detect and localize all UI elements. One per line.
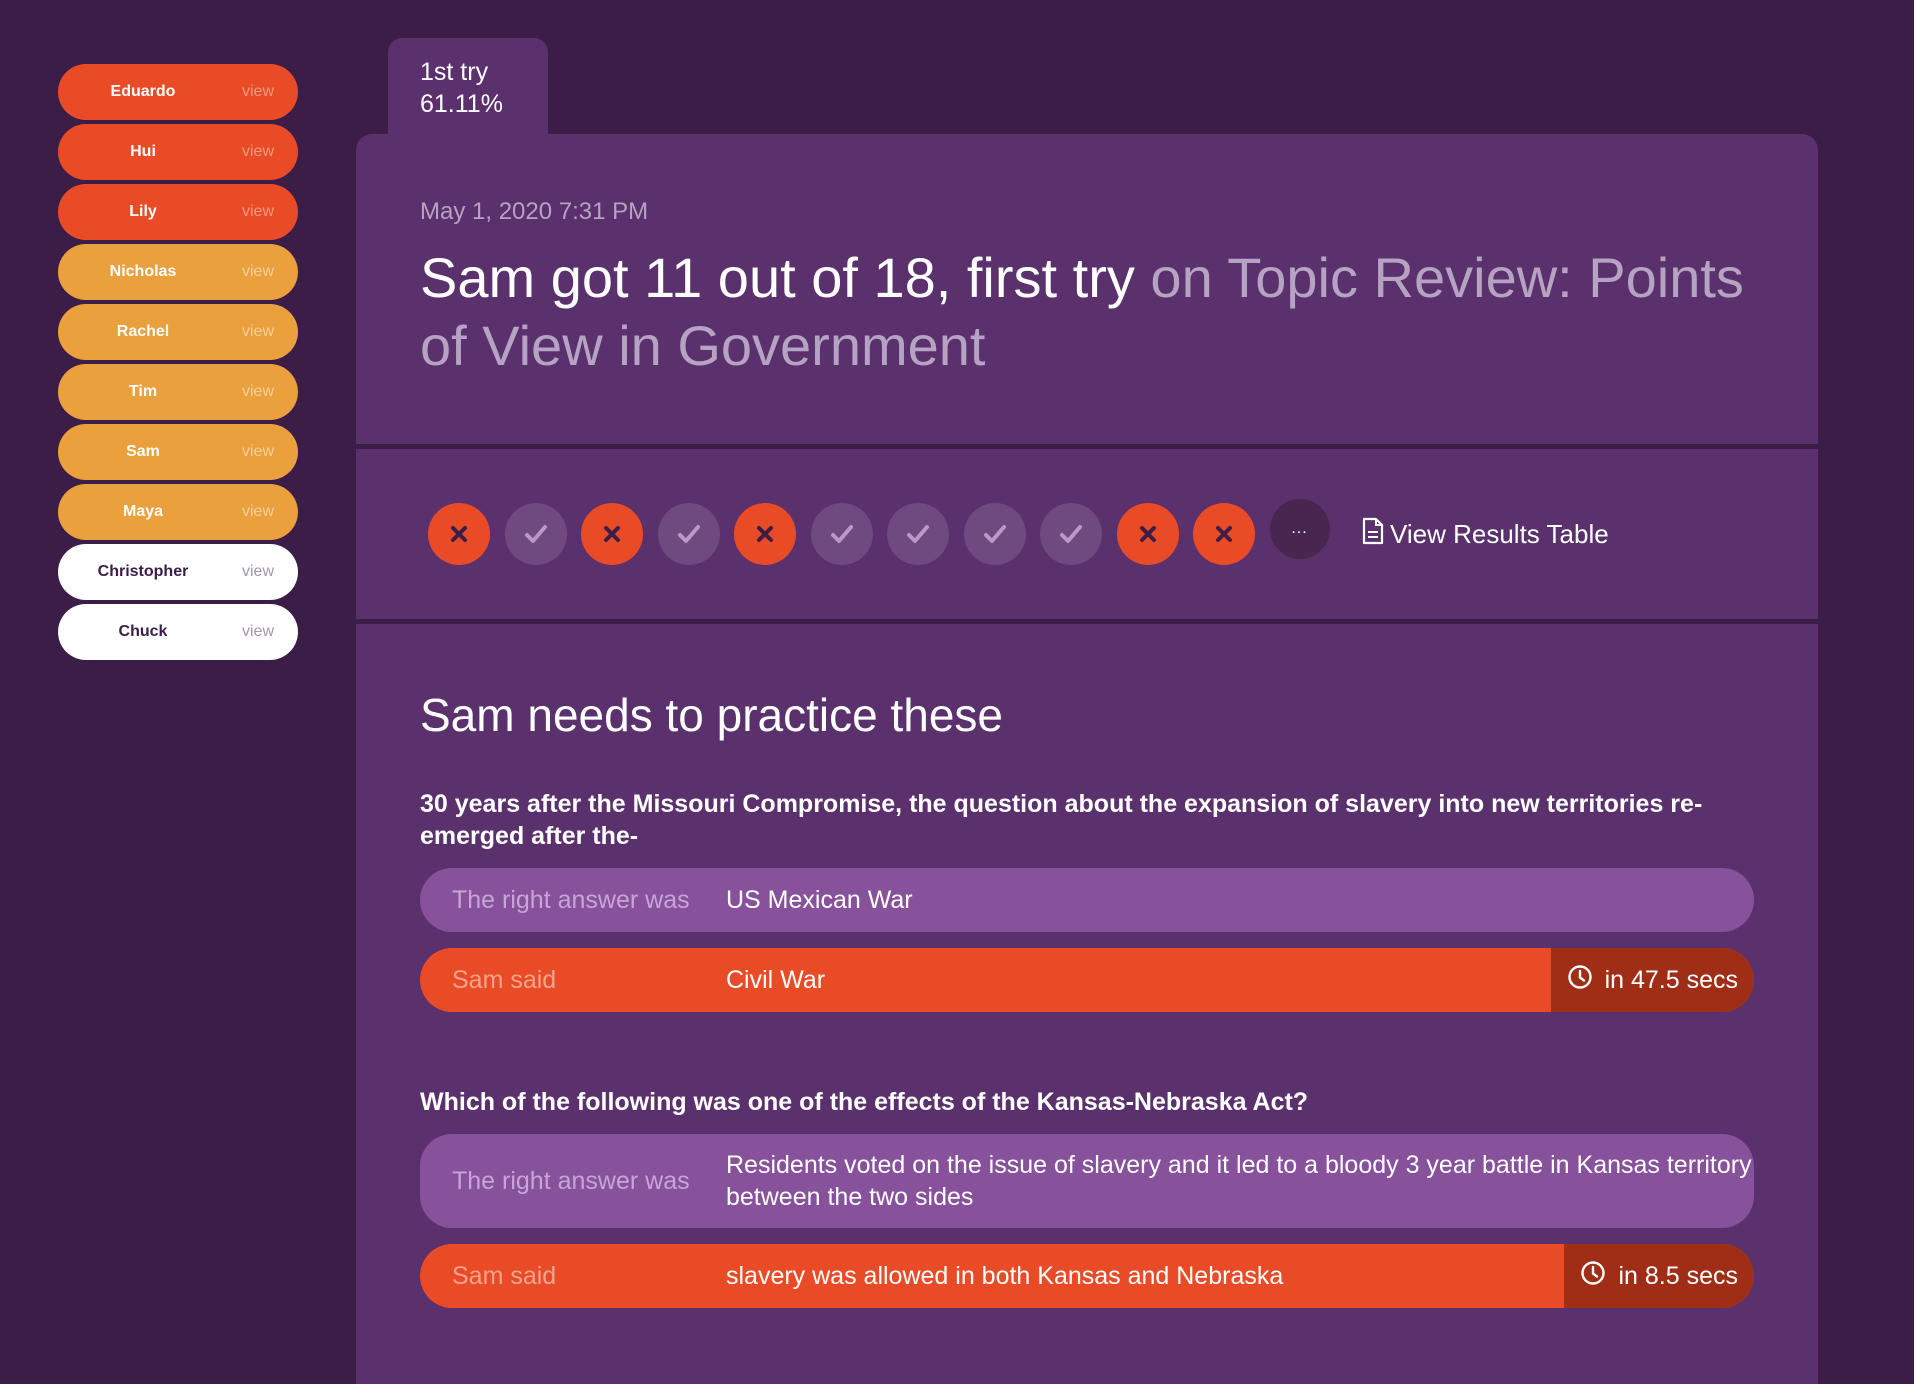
answer-time: in 47.5 secs — [1550, 948, 1754, 1012]
student-item-eduardo[interactable]: Eduardo view — [58, 64, 298, 120]
check-icon — [905, 523, 931, 545]
view-link[interactable]: view — [242, 383, 274, 401]
view-link[interactable]: view — [242, 263, 274, 281]
answer-dots — [428, 503, 1270, 565]
answer-dot-5-wrong[interactable] — [734, 503, 796, 565]
question-text: Which of the following was one of the ef… — [420, 1088, 1309, 1116]
student-name: Tim — [128, 383, 158, 400]
answer-dot-1-wrong[interactable] — [428, 503, 490, 565]
attempt-label: 1st try — [420, 58, 489, 86]
view-link[interactable]: view — [242, 623, 274, 641]
question-block: Which of the following was one of the ef… — [420, 1086, 1754, 1308]
student-answer-row: Sam said slavery was allowed in both Kan… — [420, 1244, 1754, 1308]
check-icon — [1058, 523, 1084, 545]
clock-icon — [1567, 964, 1605, 997]
student-name: Eduardo — [110, 83, 176, 100]
answer-dot-3-wrong[interactable] — [581, 503, 643, 565]
x-icon — [754, 523, 776, 545]
right-answer-value: Residents voted on the issue of slavery … — [726, 1151, 1752, 1211]
student-name: Rachel — [116, 323, 170, 340]
answer-time-value: in 8.5 secs — [1618, 1261, 1738, 1290]
right-answer-row: The right answer was Residents voted on … — [420, 1134, 1754, 1228]
answer-time: in 8.5 secs — [1564, 1244, 1754, 1308]
student-item-rachel[interactable]: Rachel view — [58, 304, 298, 360]
clock-icon — [1580, 1260, 1618, 1293]
attempt-date: May 1, 2020 7:31 PM — [420, 198, 649, 225]
result-title: Sam got 11 out of 18, first try on Topic… — [420, 244, 1754, 380]
student-list: Eduardo view Hui view Lily view Nicholas… — [58, 64, 298, 664]
student-answer-row: Sam said Civil War in 47.5 secs — [420, 948, 1754, 1012]
question-text: 30 years after the Missouri Compromise, … — [420, 790, 1703, 850]
attempt-tab[interactable]: 1st try 61.11% — [388, 38, 548, 138]
student-name: Hui — [130, 143, 156, 160]
student-name: Lily — [129, 203, 157, 220]
result-header: May 1, 2020 7:31 PM Sam got 11 out of 18… — [356, 134, 1818, 444]
view-link[interactable]: view — [242, 563, 274, 581]
answer-dot-7-right[interactable] — [887, 503, 949, 565]
view-link[interactable]: view — [242, 143, 274, 161]
student-item-nicholas[interactable]: Nicholas view — [58, 244, 298, 300]
student-item-tim[interactable]: Tim view — [58, 364, 298, 420]
check-icon — [982, 523, 1008, 545]
student-name: Chuck — [118, 623, 168, 640]
view-link[interactable]: view — [242, 323, 274, 341]
student-item-hui[interactable]: Hui view — [58, 124, 298, 180]
student-item-maya[interactable]: Maya view — [58, 484, 298, 540]
check-icon — [676, 523, 702, 545]
student-answer-label: Sam said — [452, 965, 557, 994]
student-name: Nicholas — [109, 263, 177, 280]
practice-title: Sam needs to practice these — [420, 689, 1003, 741]
x-icon — [601, 523, 623, 545]
view-link[interactable]: view — [242, 503, 274, 521]
more-answers-button[interactable]: ... — [1269, 499, 1330, 559]
x-icon — [448, 523, 470, 545]
x-icon — [1137, 523, 1159, 545]
answer-dot-8-right[interactable] — [963, 503, 1026, 565]
student-name: Sam — [126, 443, 160, 460]
check-icon — [523, 523, 549, 545]
result-title-main: Sam got 11 out of 18, first try — [420, 246, 1135, 309]
document-icon — [1362, 517, 1390, 552]
view-link[interactable]: view — [242, 83, 274, 101]
attempt-score: 61.11% — [420, 90, 503, 118]
student-answer-value: Civil War — [726, 966, 826, 994]
check-icon — [829, 523, 855, 545]
view-results-table-link[interactable]: View Results Table — [1362, 517, 1609, 552]
right-answer-label: The right answer was — [452, 1166, 690, 1195]
view-link[interactable]: view — [242, 443, 274, 461]
answer-summary: ... View Results Table — [356, 449, 1818, 619]
student-name: Christopher — [97, 563, 189, 580]
practice-section: Sam needs to practice these 30 years aft… — [356, 624, 1818, 1384]
student-item-lily[interactable]: Lily view — [58, 184, 298, 240]
answer-dot-2-right[interactable] — [504, 503, 567, 565]
answer-dot-11-wrong[interactable] — [1193, 503, 1255, 565]
student-item-chuck[interactable]: Chuck view — [58, 604, 298, 660]
right-answer-value: US Mexican War — [726, 886, 913, 914]
ellipsis-icon: ... — [1291, 520, 1308, 537]
student-name: Maya — [122, 503, 164, 520]
student-answer-value: slavery was allowed in both Kansas and N… — [726, 1262, 1284, 1290]
right-answer-label: The right answer was — [452, 885, 690, 914]
question-block: 30 years after the Missouri Compromise, … — [420, 788, 1754, 1012]
view-link[interactable]: view — [242, 203, 274, 221]
view-results-table-label: View Results Table — [1390, 518, 1609, 549]
result-panel: May 1, 2020 7:31 PM Sam got 11 out of 18… — [356, 134, 1818, 1384]
answer-dot-10-wrong[interactable] — [1116, 503, 1179, 565]
student-answer-label: Sam said — [452, 1261, 557, 1290]
student-item-sam[interactable]: Sam view — [58, 424, 298, 480]
answer-dot-4-right[interactable] — [657, 503, 720, 565]
right-answer-row: The right answer was US Mexican War — [420, 868, 1754, 932]
student-item-christopher[interactable]: Christopher view — [58, 544, 298, 600]
x-icon — [1213, 523, 1235, 545]
answer-dot-6-right[interactable] — [810, 503, 873, 565]
answer-time-value: in 47.5 secs — [1604, 965, 1738, 994]
answer-dot-9-right[interactable] — [1040, 503, 1102, 565]
